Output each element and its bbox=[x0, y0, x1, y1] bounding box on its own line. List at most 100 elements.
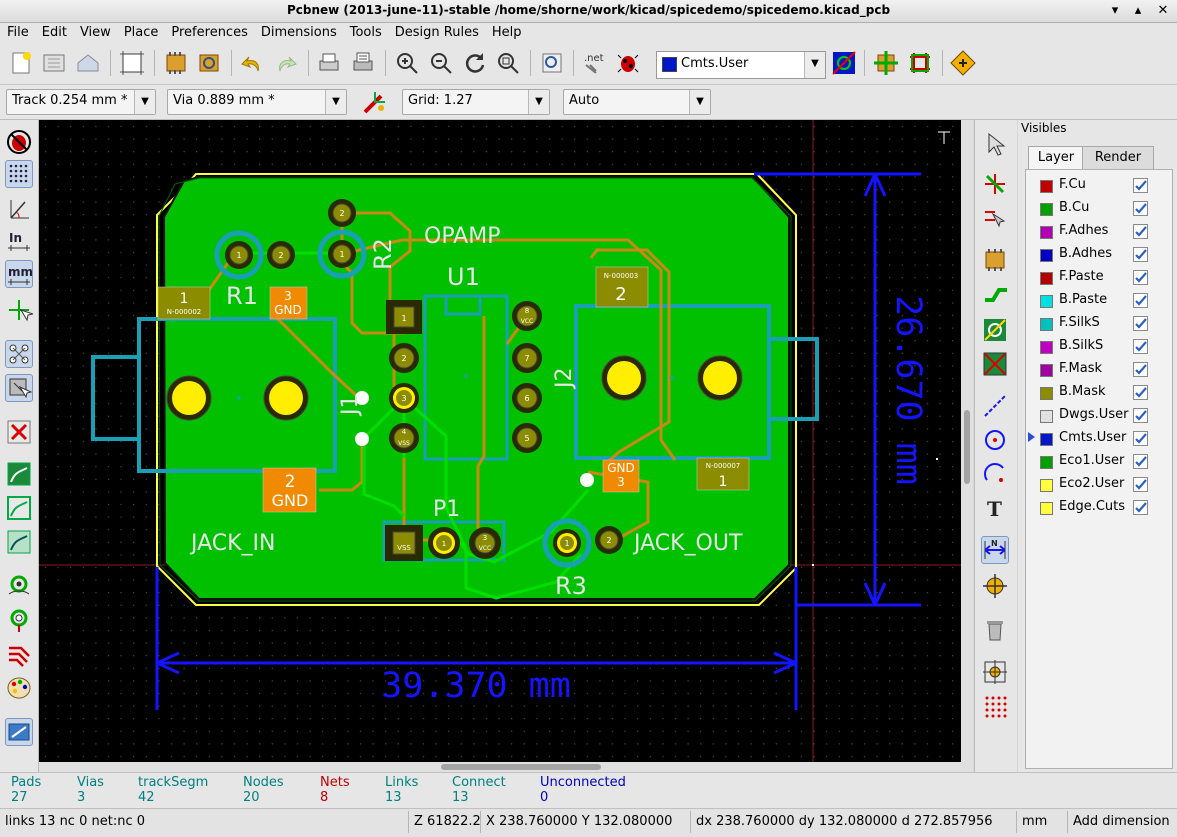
layer-name[interactable]: F.Paste bbox=[1059, 269, 1104, 284]
add-zone-icon[interactable] bbox=[981, 350, 1009, 378]
layer-name[interactable]: B.Mask bbox=[1059, 384, 1106, 399]
layer-visibility-checkbox[interactable] bbox=[1133, 201, 1148, 216]
save-board-icon[interactable] bbox=[74, 49, 102, 77]
select-tool-icon[interactable] bbox=[981, 130, 1009, 158]
layer-name[interactable]: Dwgs.User bbox=[1059, 407, 1128, 422]
layer-visibility-checkbox[interactable] bbox=[1133, 247, 1148, 262]
local-ratsnest-icon[interactable] bbox=[981, 204, 1009, 232]
layer-name[interactable]: B.Cu bbox=[1059, 200, 1089, 215]
minimize-button[interactable]: ▾ bbox=[1106, 2, 1124, 20]
layer-name[interactable]: Cmts.User bbox=[1059, 430, 1126, 445]
layer-color-swatch[interactable] bbox=[1040, 479, 1053, 492]
page-settings-icon[interactable] bbox=[118, 49, 146, 77]
layer-color-swatch[interactable] bbox=[1040, 203, 1053, 216]
zone-sketch-icon[interactable] bbox=[5, 528, 33, 556]
units-inch-icon[interactable]: In bbox=[5, 226, 33, 254]
maximize-button[interactable]: ▴ bbox=[1129, 2, 1147, 20]
via-size-select[interactable]: Via 0.889 mm * ▼ bbox=[167, 89, 347, 115]
layer-row[interactable]: F.Paste bbox=[1026, 266, 1172, 288]
layer-visibility-checkbox[interactable] bbox=[1133, 362, 1148, 377]
layer-row[interactable]: B.Cu bbox=[1026, 197, 1172, 219]
menu-preferences[interactable]: Preferences bbox=[164, 23, 253, 40]
zoom-out-icon[interactable] bbox=[427, 49, 455, 77]
zoom-select[interactable]: Auto ▼ bbox=[563, 89, 711, 115]
layer-row[interactable]: Dwgs.User bbox=[1026, 404, 1172, 426]
grid-select[interactable]: Grid: 1.27 ▼ bbox=[402, 89, 550, 115]
layer-visibility-checkbox[interactable] bbox=[1133, 224, 1148, 239]
auto-delete-track-icon[interactable] bbox=[5, 418, 33, 446]
layer-visibility-checkbox[interactable] bbox=[1133, 500, 1148, 515]
layer-visibility-checkbox[interactable] bbox=[1133, 293, 1148, 308]
layer-color-swatch[interactable] bbox=[1040, 433, 1053, 446]
add-circle-icon[interactable] bbox=[981, 426, 1009, 454]
tab-render[interactable]: Render bbox=[1082, 146, 1154, 169]
layer-color-swatch[interactable] bbox=[1040, 318, 1053, 331]
layer-row[interactable]: F.Mask bbox=[1026, 358, 1172, 380]
redo-icon[interactable] bbox=[272, 49, 300, 77]
layer-color-swatch[interactable] bbox=[1040, 341, 1053, 354]
undo-icon[interactable] bbox=[238, 49, 266, 77]
layer-color-swatch[interactable] bbox=[1040, 180, 1053, 193]
layer-row[interactable]: F.SilkS bbox=[1026, 312, 1172, 334]
new-board-icon[interactable] bbox=[7, 49, 35, 77]
layer-color-swatch[interactable] bbox=[1040, 456, 1053, 469]
active-layer-select[interactable]: Cmts.User ▼ bbox=[656, 51, 826, 79]
show-ratsnest-icon[interactable] bbox=[5, 340, 33, 368]
layer-name[interactable]: F.Adhes bbox=[1059, 223, 1108, 238]
layer-row[interactable]: F.Cu bbox=[1026, 174, 1172, 196]
pcb-canvas[interactable]: 39.370 mm 26.670 mm 1 N-000002 3 GND 2 G… bbox=[39, 120, 961, 762]
chevron-down-icon[interactable]: ▼ bbox=[689, 90, 710, 114]
layer-name[interactable]: Eco2.User bbox=[1059, 476, 1124, 491]
layer-name[interactable]: Edge.Cuts bbox=[1059, 499, 1125, 514]
layer-row[interactable]: Eco1.User bbox=[1026, 450, 1172, 472]
layer-row[interactable]: Eco2.User bbox=[1026, 473, 1172, 495]
add-text-icon[interactable]: T bbox=[981, 494, 1009, 522]
layer-visibility-checkbox[interactable] bbox=[1133, 431, 1148, 446]
chevron-down-icon[interactable]: ▼ bbox=[325, 90, 346, 114]
grid-origin-icon[interactable] bbox=[981, 692, 1009, 720]
open-board-icon[interactable] bbox=[40, 49, 68, 77]
show-pads-icon[interactable] bbox=[5, 572, 33, 600]
set-origin-icon[interactable] bbox=[981, 658, 1009, 686]
vertical-scrollbar[interactable] bbox=[961, 120, 973, 772]
microwave-tools-icon[interactable] bbox=[5, 718, 33, 746]
layer-row[interactable]: B.Mask bbox=[1026, 381, 1172, 403]
add-arc-icon[interactable] bbox=[981, 460, 1009, 488]
layer-color-swatch[interactable] bbox=[1040, 295, 1053, 308]
show-vias-icon[interactable] bbox=[5, 606, 33, 634]
menu-file[interactable]: File bbox=[0, 23, 35, 40]
cursor-shape-icon[interactable] bbox=[5, 296, 35, 324]
show-grid-icon[interactable] bbox=[5, 160, 33, 188]
read-netlist-icon[interactable]: .net bbox=[580, 49, 608, 77]
add-dimension-icon[interactable]: N bbox=[981, 536, 1009, 564]
add-line-icon[interactable] bbox=[981, 392, 1009, 420]
layer-visibility-checkbox[interactable] bbox=[1133, 339, 1148, 354]
layer-row[interactable]: F.Adhes bbox=[1026, 220, 1172, 242]
add-via-icon[interactable] bbox=[981, 316, 1009, 344]
chevron-down-icon[interactable]: ▼ bbox=[134, 90, 155, 114]
layer-color-swatch[interactable] bbox=[1040, 364, 1053, 377]
mode-module-icon[interactable] bbox=[872, 49, 900, 77]
mode-track-icon[interactable] bbox=[906, 49, 934, 77]
vertical-scroll-thumb[interactable] bbox=[964, 410, 970, 484]
zoom-redraw-icon[interactable] bbox=[461, 49, 489, 77]
layer-row[interactable]: B.SilkS bbox=[1026, 335, 1172, 357]
zoom-in-icon[interactable] bbox=[393, 49, 421, 77]
module-editor-icon[interactable] bbox=[162, 49, 190, 77]
module-library-icon[interactable] bbox=[195, 49, 223, 77]
layer-visibility-checkbox[interactable] bbox=[1133, 454, 1148, 469]
layer-color-swatch[interactable] bbox=[1040, 410, 1053, 423]
layer-color-swatch[interactable] bbox=[1040, 272, 1053, 285]
units-mm-icon[interactable]: mm bbox=[5, 260, 33, 288]
module-ratsnest-icon[interactable] bbox=[5, 374, 33, 402]
polar-coords-icon[interactable] bbox=[5, 194, 33, 222]
close-button[interactable]: ✕ bbox=[1154, 2, 1172, 20]
layer-name[interactable]: B.Adhes bbox=[1059, 246, 1112, 261]
layer-name[interactable]: B.Paste bbox=[1059, 292, 1107, 307]
layer-row[interactable]: B.Adhes bbox=[1026, 243, 1172, 265]
menu-place[interactable]: Place bbox=[117, 23, 165, 40]
layer-name[interactable]: F.Mask bbox=[1059, 361, 1102, 376]
delete-icon[interactable] bbox=[981, 616, 1009, 644]
menu-edit[interactable]: Edit bbox=[35, 23, 73, 40]
layer-row[interactable]: B.Paste bbox=[1026, 289, 1172, 311]
